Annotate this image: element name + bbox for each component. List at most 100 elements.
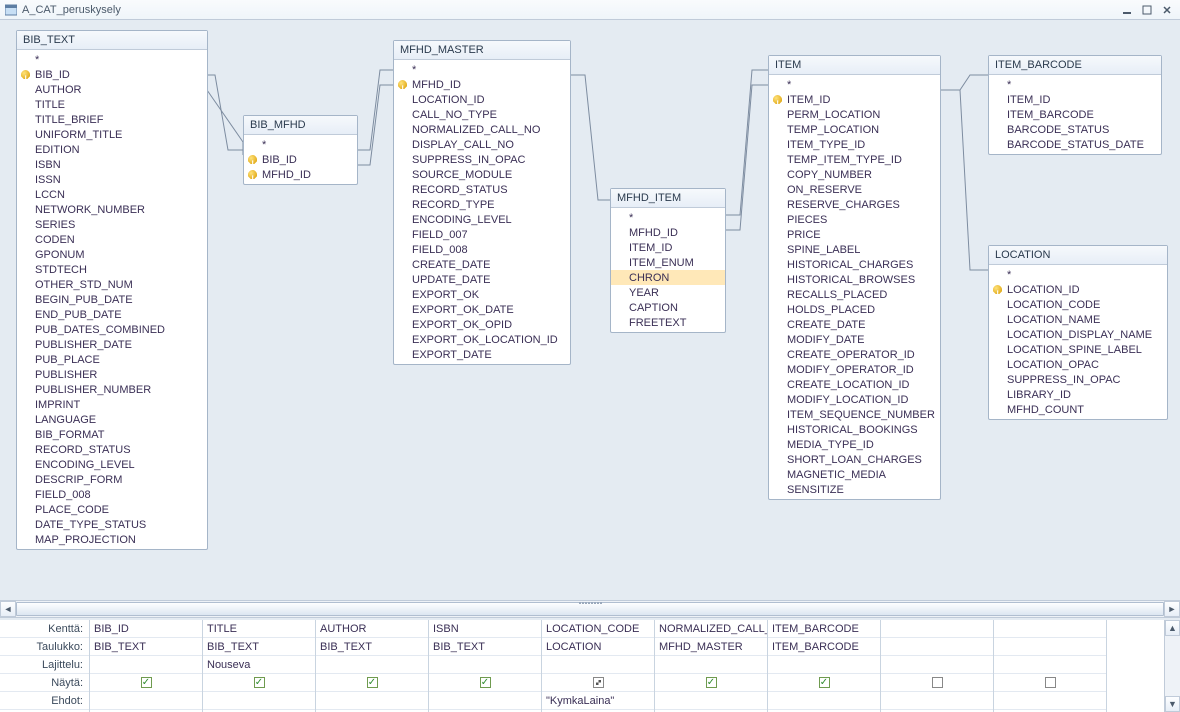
- table-header[interactable]: MFHD_ITEM: [611, 189, 725, 208]
- field-row[interactable]: PUB_DATES_COMBINED: [17, 322, 207, 337]
- qbe-column[interactable]: TITLEBIB_TEXTNouseva: [203, 620, 316, 712]
- qbe-show-cell[interactable]: [429, 674, 541, 692]
- field-row[interactable]: *: [244, 137, 357, 152]
- qbe-sort-cell[interactable]: [316, 656, 428, 674]
- field-row[interactable]: MODIFY_OPERATOR_ID: [769, 362, 940, 377]
- qbe-vertical-scrollbar[interactable]: ▲ ▼: [1164, 620, 1180, 712]
- qbe-criteria-cell[interactable]: [768, 692, 880, 710]
- field-row[interactable]: TITLE_BRIEF: [17, 112, 207, 127]
- field-row[interactable]: TITLE: [17, 97, 207, 112]
- field-row[interactable]: MAP_PROJECTION: [17, 532, 207, 547]
- field-row[interactable]: HISTORICAL_BROWSES: [769, 272, 940, 287]
- qbe-field-cell[interactable]: ITEM_BARCODE: [768, 620, 880, 638]
- field-row[interactable]: MFHD_ID: [394, 77, 570, 92]
- field-row[interactable]: CHRON: [611, 270, 725, 285]
- qbe-show-cell[interactable]: [994, 674, 1106, 692]
- qbe-table-cell[interactable]: BIB_TEXT: [90, 638, 202, 656]
- field-row[interactable]: *: [989, 267, 1167, 282]
- field-row[interactable]: CODEN: [17, 232, 207, 247]
- qbe-sort-cell[interactable]: [768, 656, 880, 674]
- field-row[interactable]: ENCODING_LEVEL: [394, 212, 570, 227]
- qbe-column[interactable]: ITEM_BARCODEITEM_BARCODE: [768, 620, 881, 712]
- table-item[interactable]: ITEM *ITEM_IDPERM_LOCATIONTEMP_LOCATIONI…: [768, 55, 941, 500]
- qbe-column[interactable]: ISBNBIB_TEXT: [429, 620, 542, 712]
- field-row[interactable]: SPINE_LABEL: [769, 242, 940, 257]
- field-row[interactable]: DISPLAY_CALL_NO: [394, 137, 570, 152]
- field-row[interactable]: SUPPRESS_IN_OPAC: [989, 372, 1167, 387]
- qbe-criteria-cell[interactable]: [881, 692, 993, 710]
- field-row[interactable]: *: [989, 77, 1161, 92]
- field-row[interactable]: FIELD_007: [394, 227, 570, 242]
- field-row[interactable]: ENCODING_LEVEL: [17, 457, 207, 472]
- qbe-criteria-cell[interactable]: [994, 692, 1106, 710]
- field-row[interactable]: HOLDS_PLACED: [769, 302, 940, 317]
- field-row[interactable]: RECORD_STATUS: [394, 182, 570, 197]
- field-row[interactable]: ITEM_ID: [989, 92, 1161, 107]
- qbe-criteria-cell[interactable]: [316, 692, 428, 710]
- qbe-field-cell[interactable]: NORMALIZED_CALL_: [655, 620, 767, 638]
- table-header[interactable]: ITEM: [769, 56, 940, 75]
- scroll-down-button[interactable]: ▼: [1165, 696, 1180, 712]
- field-row[interactable]: ISBN: [17, 157, 207, 172]
- table-header[interactable]: BIB_MFHD: [244, 116, 357, 135]
- field-row[interactable]: EXPORT_DATE: [394, 347, 570, 362]
- field-row[interactable]: CREATE_DATE: [769, 317, 940, 332]
- table-bib-mfhd[interactable]: BIB_MFHD *BIB_IDMFHD_ID: [243, 115, 358, 185]
- qbe-table-cell[interactable]: [881, 638, 993, 656]
- field-row[interactable]: UNIFORM_TITLE: [17, 127, 207, 142]
- field-row[interactable]: MODIFY_DATE: [769, 332, 940, 347]
- field-row[interactable]: *: [611, 210, 725, 225]
- field-row[interactable]: UPDATE_DATE: [394, 272, 570, 287]
- qbe-column[interactable]: LOCATION_CODELOCATION"KymkaLaina": [542, 620, 655, 712]
- qbe-sort-cell[interactable]: [429, 656, 541, 674]
- field-row[interactable]: EDITION: [17, 142, 207, 157]
- table-header[interactable]: MFHD_MASTER: [394, 41, 570, 60]
- field-row[interactable]: RESERVE_CHARGES: [769, 197, 940, 212]
- qbe-criteria-cell[interactable]: [90, 692, 202, 710]
- qbe-table-cell[interactable]: BIB_TEXT: [203, 638, 315, 656]
- qbe-table-cell[interactable]: BIB_TEXT: [429, 638, 541, 656]
- field-row[interactable]: LIBRARY_ID: [989, 387, 1167, 402]
- field-row[interactable]: YEAR: [611, 285, 725, 300]
- field-row[interactable]: END_PUB_DATE: [17, 307, 207, 322]
- field-row[interactable]: *: [394, 62, 570, 77]
- field-row[interactable]: PERM_LOCATION: [769, 107, 940, 122]
- table-mfhd-master[interactable]: MFHD_MASTER *MFHD_IDLOCATION_IDCALL_NO_T…: [393, 40, 571, 365]
- show-checkbox[interactable]: [932, 677, 943, 688]
- scroll-right-button[interactable]: ►: [1164, 601, 1180, 617]
- field-row[interactable]: EXPORT_OK: [394, 287, 570, 302]
- field-row[interactable]: BIB_ID: [244, 152, 357, 167]
- field-row[interactable]: LOCATION_SPINE_LABEL: [989, 342, 1167, 357]
- field-row[interactable]: DATE_TYPE_STATUS: [17, 517, 207, 532]
- qbe-column[interactable]: AUTHORBIB_TEXT: [316, 620, 429, 712]
- field-row[interactable]: SUPPRESS_IN_OPAC: [394, 152, 570, 167]
- field-row[interactable]: ISSN: [17, 172, 207, 187]
- field-row[interactable]: BEGIN_PUB_DATE: [17, 292, 207, 307]
- field-row[interactable]: DESCRIP_FORM: [17, 472, 207, 487]
- field-row[interactable]: SHORT_LOAN_CHARGES: [769, 452, 940, 467]
- field-row[interactable]: MAGNETIC_MEDIA: [769, 467, 940, 482]
- field-row[interactable]: NETWORK_NUMBER: [17, 202, 207, 217]
- qbe-column[interactable]: NORMALIZED_CALL_MFHD_MASTER: [655, 620, 768, 712]
- field-row[interactable]: LCCN: [17, 187, 207, 202]
- field-row[interactable]: BIB_FORMAT: [17, 427, 207, 442]
- close-button[interactable]: [1158, 3, 1176, 17]
- table-item-barcode[interactable]: ITEM_BARCODE *ITEM_IDITEM_BARCODEBARCODE…: [988, 55, 1162, 155]
- field-row[interactable]: ITEM_SEQUENCE_NUMBER: [769, 407, 940, 422]
- field-row[interactable]: ITEM_TYPE_ID: [769, 137, 940, 152]
- field-row[interactable]: SERIES: [17, 217, 207, 232]
- field-row[interactable]: IMPRINT: [17, 397, 207, 412]
- field-row[interactable]: LOCATION_ID: [989, 282, 1167, 297]
- field-row[interactable]: HISTORICAL_CHARGES: [769, 257, 940, 272]
- qbe-sort-cell[interactable]: [881, 656, 993, 674]
- qbe-criteria-cell[interactable]: "KymkaLaina": [542, 692, 654, 710]
- qbe-field-cell[interactable]: AUTHOR: [316, 620, 428, 638]
- field-row[interactable]: ITEM_BARCODE: [989, 107, 1161, 122]
- field-row[interactable]: PRICE: [769, 227, 940, 242]
- show-checkbox[interactable]: [254, 677, 265, 688]
- field-row[interactable]: PUBLISHER: [17, 367, 207, 382]
- qbe-field-cell[interactable]: LOCATION_CODE: [542, 620, 654, 638]
- field-row[interactable]: BARCODE_STATUS: [989, 122, 1161, 137]
- field-row[interactable]: RECORD_TYPE: [394, 197, 570, 212]
- scroll-left-button[interactable]: ◄: [0, 601, 16, 617]
